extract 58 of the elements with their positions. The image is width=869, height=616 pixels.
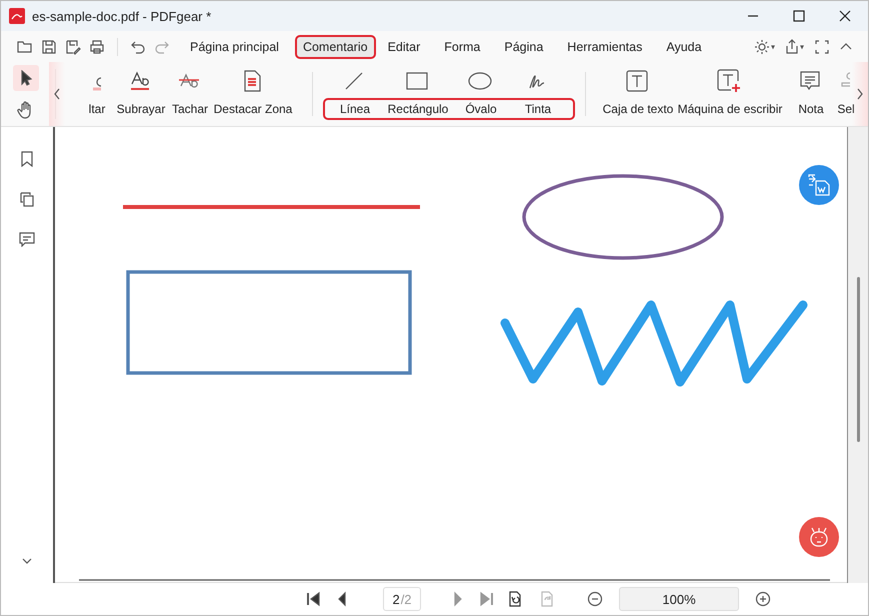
printer-icon [89, 38, 105, 54]
zoom-out-icon [587, 591, 603, 607]
ribbon-tool[interactable]: Destacar Zona [210, 102, 296, 116]
menu-tab[interactable]: Página principal [182, 34, 287, 58]
document-convert-icon [807, 173, 831, 197]
rotate-page-icon [507, 591, 523, 607]
bookmark-icon [19, 151, 35, 167]
ribbon-tool[interactable]: Sel [836, 102, 856, 116]
assistant-button[interactable] [799, 517, 839, 557]
comment-icon [19, 231, 35, 247]
area-highlight-icon [243, 70, 261, 92]
ribbon-tool[interactable]: Tinta [507, 102, 569, 116]
pages-icon [19, 191, 35, 207]
menu-tab[interactable]: Herramientas [559, 34, 650, 58]
oval-icon [468, 72, 492, 90]
ribbon-tool[interactable]: Caja de texto [602, 102, 674, 116]
select-tool[interactable] [13, 65, 39, 91]
folder-icon [17, 38, 33, 54]
ribbon-tool[interactable]: Tachar [170, 102, 210, 116]
note-icon [799, 70, 821, 92]
menu-tab[interactable]: Comentario [294, 34, 376, 58]
chevron-right-icon [856, 88, 864, 100]
scrollbar-thumb[interactable] [856, 277, 860, 442]
save-icon [41, 38, 57, 54]
save-as-icon [65, 38, 81, 54]
menu-tab[interactable]: Editar [380, 34, 428, 58]
text-box-icon [626, 70, 648, 92]
ribbon-tool[interactable]: Nota [786, 102, 836, 116]
page-number-field[interactable]: 2/2 [383, 587, 421, 611]
rotate-page-icon [539, 591, 555, 607]
close-icon [839, 10, 851, 22]
share-icon [784, 38, 806, 54]
fullscreen-icon [814, 38, 830, 54]
zoom-level-field[interactable]: 100% [619, 587, 739, 611]
sun-icon [754, 38, 776, 54]
ribbon-tool[interactable]: Máquina de escribir [674, 102, 786, 116]
maximize-icon [793, 10, 805, 22]
typewriter-icon [717, 69, 741, 93]
ribbon-tool[interactable]: Rectángulo [381, 102, 455, 116]
chevron-left-icon [53, 88, 61, 100]
convert-to-word-button[interactable] [799, 165, 839, 205]
menu-tab[interactable]: Forma [436, 34, 488, 58]
ribbon-tool[interactable]: Subrayar [112, 102, 170, 116]
app-logo [9, 8, 25, 24]
line-icon [344, 71, 364, 91]
window-title: es-sample-doc.pdf - PDFgear * [32, 8, 212, 24]
menu-tab[interactable]: Ayuda [658, 34, 710, 58]
rectangle-icon [406, 71, 428, 91]
last-page-icon [479, 591, 495, 607]
undo-icon [130, 38, 146, 54]
ribbon-tool[interactable]: ltar [82, 102, 112, 116]
ribbon-tool[interactable]: Óvalo [455, 102, 507, 116]
underline-icon [129, 70, 151, 92]
menu-tab[interactable]: Página [496, 34, 552, 58]
zoom-in-icon [755, 591, 771, 607]
first-page-icon [305, 591, 321, 607]
ribbon-tool[interactable]: Línea [329, 102, 381, 116]
redo-icon [154, 38, 170, 54]
